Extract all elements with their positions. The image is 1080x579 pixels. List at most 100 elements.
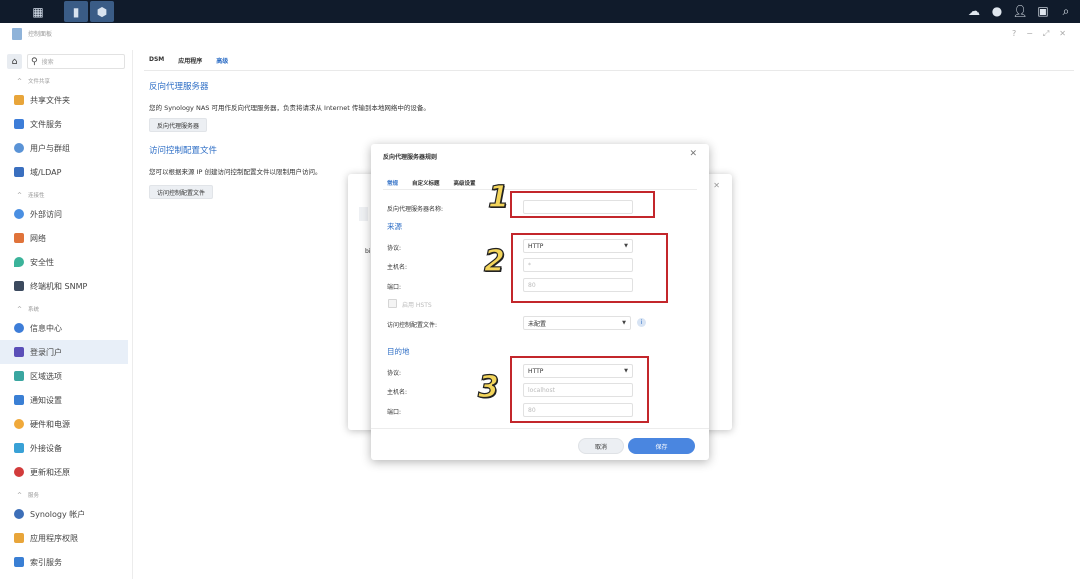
home-icon[interactable]: ⌂ <box>7 54 22 69</box>
save-button[interactable]: 保存 <box>628 438 695 454</box>
tab-bar: DSM 应用程序 高级 <box>149 56 228 65</box>
regional-icon <box>14 371 24 381</box>
widget-icon[interactable]: ▣ <box>1035 2 1051 20</box>
minimize-icon[interactable]: − <box>1026 29 1033 39</box>
package-icon[interactable]: ⬢ <box>90 1 114 22</box>
control-panel-icon[interactable]: ▮ <box>64 1 88 22</box>
source-port-label: 端口: <box>387 284 402 291</box>
access-control-button[interactable]: 访问控制配置文件 <box>149 185 214 199</box>
sidebar-item-app-privileges[interactable]: 应用程序权限 <box>0 526 128 550</box>
sidebar-section-connectivity[interactable]: ^ 连接性 <box>0 188 128 202</box>
external-access-icon <box>14 209 24 219</box>
shield-icon <box>14 257 24 267</box>
domain-icon <box>14 167 24 177</box>
reverse-proxy-title: 反向代理服务器 <box>149 82 209 92</box>
close-icon[interactable]: ✕ <box>713 181 720 190</box>
sidebar-item-info-center[interactable]: 信息中心 <box>0 316 128 340</box>
hsts-checkbox[interactable] <box>388 299 397 308</box>
sidebar-item-domain-ldap[interactable]: 域/LDAP <box>0 160 128 184</box>
sidebar-item-shared-folder[interactable]: 共享文件夹 <box>0 88 128 112</box>
sidebar-item-regional-options[interactable]: 区域选项 <box>0 364 128 388</box>
sidebar-section-system[interactable]: ^ 系统 <box>0 302 128 316</box>
user-icon[interactable]: 👤︎ <box>1012 2 1028 20</box>
sidebar-item-security[interactable]: 安全性 <box>0 250 128 274</box>
control-panel-icon <box>12 28 22 40</box>
window-titlebar: 控制面板 ? − ⤢ ✕ <box>0 23 1080 45</box>
search-icon[interactable]: ⌕ <box>1058 2 1074 20</box>
grid-menu-icon[interactable]: ▦ <box>26 1 50 22</box>
sidebar-item-network[interactable]: 网络 <box>0 226 128 250</box>
index-icon <box>14 557 24 567</box>
dialog-tabs: 常规 自定义标题 高级设置 <box>387 179 476 187</box>
maximize-icon[interactable]: ⤢ <box>1043 29 1049 39</box>
terminal-icon <box>14 281 24 291</box>
sidebar-item-terminal-snmp[interactable]: 终端机和 SNMP <box>0 274 128 298</box>
tab-dsm[interactable]: DSM <box>149 56 164 65</box>
annotation-box-3 <box>510 356 649 423</box>
sidebar-item-notification[interactable]: 通知设置 <box>0 388 128 412</box>
lock-icon <box>14 533 24 543</box>
sidebar-item-external-devices[interactable]: 外接设备 <box>0 436 128 460</box>
window-title: 控制面板 <box>28 31 53 38</box>
divider <box>144 70 1074 71</box>
destination-title: 目的地 <box>387 347 410 356</box>
search-input[interactable]: ⚲ 搜索 <box>27 54 125 69</box>
annotation-number-3: 3 <box>477 369 499 405</box>
sidebar-item-external-access[interactable]: 外部访问 <box>0 202 128 226</box>
users-icon <box>14 143 24 153</box>
sidebar-item-file-services[interactable]: 文件服务 <box>0 112 128 136</box>
sidebar-item-login-portal[interactable]: 登录门户 <box>0 340 128 364</box>
reverse-proxy-button[interactable]: 反向代理服务器 <box>149 118 208 132</box>
close-icon[interactable]: ✕ <box>689 149 697 159</box>
sidebar: ⌂ ⚲ 搜索 ^ 文件共享 共享文件夹 文件服务 用户与群组 域/LDAP ^ 连接… <box>0 50 133 579</box>
dialog-title: 反向代理服务器规则 <box>383 154 438 161</box>
caret-down-icon: ▼ <box>622 320 626 326</box>
hsts-label: 启用 HSTS <box>402 302 432 309</box>
sidebar-item-update-restore[interactable]: 更新和还原 <box>0 460 128 484</box>
tab-advanced-settings[interactable]: 高级设置 <box>454 179 476 187</box>
access-control-title: 访问控制配置文件 <box>149 146 218 156</box>
tab-applications[interactable]: 应用程序 <box>178 56 202 65</box>
notification-icon[interactable]: ● <box>989 2 1005 20</box>
dest-port-label: 端口: <box>387 409 402 416</box>
tab-advanced[interactable]: 高级 <box>216 56 228 65</box>
account-icon <box>14 509 24 519</box>
network-icon <box>14 233 24 243</box>
info-icon[interactable]: i <box>637 318 646 327</box>
annotation-number-2: 2 <box>483 243 505 279</box>
chevron-up-icon: ^ <box>17 191 23 199</box>
info-icon <box>14 323 24 333</box>
close-icon[interactable]: ✕ <box>1059 29 1066 39</box>
sidebar-item-users-groups[interactable]: 用户与群组 <box>0 136 128 160</box>
toolbar-button[interactable] <box>359 207 368 221</box>
file-services-icon <box>14 119 24 129</box>
chevron-up-icon: ^ <box>17 305 23 313</box>
name-label: 反向代理服务器名称: <box>387 206 444 213</box>
source-protocol-label: 协议: <box>387 245 402 252</box>
source-title: 来源 <box>387 222 402 231</box>
tab-general[interactable]: 常规 <box>387 179 398 187</box>
search-placeholder: 搜索 <box>41 59 54 66</box>
search-icon: ⚲ <box>31 56 38 67</box>
acp-label: 访问控制配置文件: <box>387 322 438 329</box>
cancel-button[interactable]: 取消 <box>578 438 624 454</box>
sidebar-item-indexing-service[interactable]: 索引服务 <box>0 550 128 574</box>
list-row-text: bi <box>365 248 371 255</box>
dest-hostname-label: 主机名: <box>387 389 408 396</box>
sidebar-section-file-sharing[interactable]: ^ 文件共享 <box>0 74 128 88</box>
acp-select[interactable]: 未配置 ▼ <box>523 316 631 330</box>
annotation-number-1: 1 <box>487 179 509 215</box>
divider <box>383 189 697 190</box>
cloud-sync-icon[interactable]: ☁ <box>966 2 982 20</box>
device-icon <box>14 443 24 453</box>
sidebar-item-hardware-power[interactable]: 硬件和电源 <box>0 412 128 436</box>
sidebar-item-synology-account[interactable]: Synology 帐户 <box>0 502 128 526</box>
divider <box>371 428 709 429</box>
tab-custom-header[interactable]: 自定义标题 <box>412 179 440 187</box>
notification-settings-icon <box>14 395 24 405</box>
sidebar-section-services[interactable]: ^ 服务 <box>0 488 128 502</box>
help-icon[interactable]: ? <box>1012 29 1016 39</box>
reverse-proxy-description: 您的 Synology NAS 可用作反向代理服务器，负责将请求从 Intern… <box>149 104 430 112</box>
update-icon <box>14 467 24 477</box>
chevron-up-icon: ^ <box>17 77 23 85</box>
